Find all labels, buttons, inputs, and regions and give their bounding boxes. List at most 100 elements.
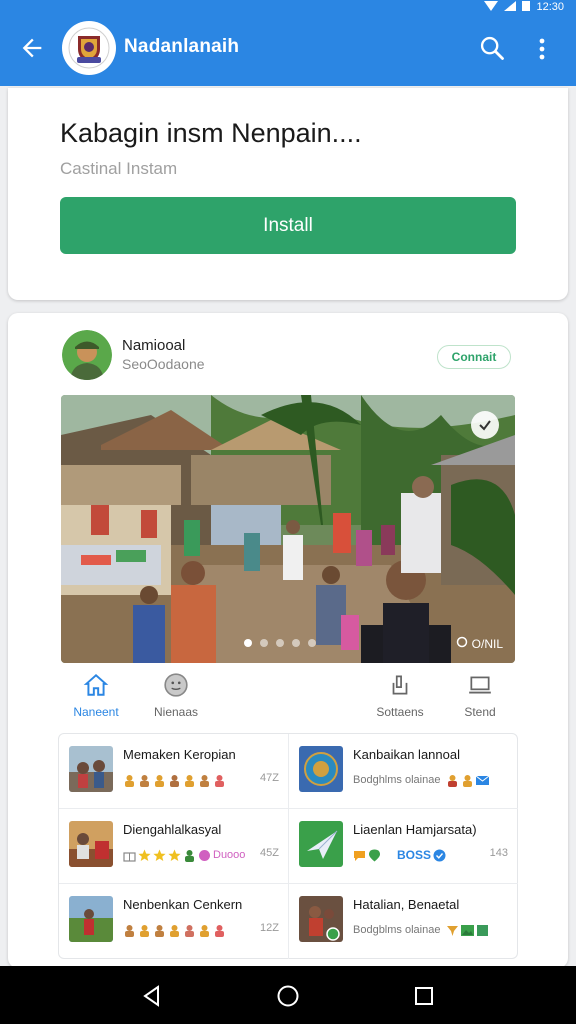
item-count: 12Z [260,922,279,934]
people-icon [168,774,181,787]
item-thumbnail [69,896,113,942]
carousel-dot[interactable] [260,639,268,647]
item-thumbnail [299,746,343,792]
square-icon [476,924,489,937]
item-title: Memaken Keropian [123,747,236,762]
people-icon [138,924,151,937]
nav-item-label: Nienaas [153,705,199,719]
nav-item-home[interactable]: Naneent [56,671,136,719]
nav-item-share[interactable]: Sottaens [360,671,440,719]
item-meta-text: Bodgblms olainae [353,924,441,936]
nav-home-icon[interactable] [276,984,300,1008]
image-icon [461,924,475,937]
location-icon [368,849,381,862]
select-check-icon[interactable] [471,411,499,439]
author-avatar[interactable] [62,330,112,380]
item-thumbnail [69,821,113,867]
market-scene-image [61,395,515,663]
install-card: Kabagin insm Nenpain.... Castinal Instam… [8,88,568,300]
item-title: Kanbaikan lannoal [353,747,460,762]
star-icon [138,849,151,862]
carousel-dot[interactable] [244,639,252,647]
item-meta: Duooo [123,846,245,864]
list-item[interactable]: Diengahlalkasyal Duooo 45Z [59,809,289,884]
list-item[interactable]: Kanbaikan lannoal Bodghlms olainae [288,734,518,809]
mail-icon [476,774,490,787]
item-thumbnail [299,896,343,942]
award-icon [446,924,459,937]
people-icon [138,774,151,787]
install-button[interactable]: Install [60,197,516,254]
item-meta: BOSS [353,846,446,864]
chat-icon [353,849,366,862]
nav-recents-icon[interactable] [412,984,436,1008]
author-name: Namiooal [122,337,186,354]
list-item[interactable]: Hatalian, Benaetal Bodgblms olainae [288,884,518,959]
list-item[interactable]: Memaken Keropian 47Z [59,734,289,809]
nav-item-label: Naneent [73,705,119,719]
carousel-dot[interactable] [308,639,316,647]
more-vert-icon[interactable] [530,34,554,64]
people-icon [198,924,211,937]
photo-credit-text: O/NIL [471,636,503,651]
people-icon [153,774,166,787]
pink-dot-icon [198,849,211,862]
item-meta [123,921,226,939]
people-icon [168,924,181,937]
nav-item-label: Sottaens [376,705,424,719]
back-arrow-icon[interactable] [18,34,46,62]
people-icon [183,924,196,937]
person-icon [183,849,196,862]
nav-item-label: Stend [464,705,496,719]
nav-item-news[interactable]: Nienaas [136,671,216,719]
status-time: 12:30 [536,1,564,13]
photo-credit: O/NIL [456,636,503,651]
item-title: Hatalian, Benaetal [353,897,460,912]
list-item[interactable]: Liaenlan Hamjarsata) BOSS 143 [288,809,518,884]
nav-back-icon[interactable] [140,984,164,1008]
item-title: Liaenlan Hamjarsata) [353,822,477,837]
people-icon [213,924,226,937]
item-meta-text: Duooo [213,849,246,861]
item-title: Nenbenkan Cenkern [123,897,243,912]
credit-icon [456,636,468,651]
person-icon [461,774,474,787]
search-icon[interactable] [478,34,506,62]
system-nav-bar [0,966,576,1024]
post-nav-row: Naneent Nienaas Sottaens Stend [8,671,568,721]
item-meta-text: Bodghlms olainae [353,774,441,786]
people-icon [123,774,136,787]
item-count: 47Z [260,772,279,784]
nav-item-stand[interactable]: Stend [440,671,520,719]
share-icon [360,671,440,699]
wifi-icon [484,0,499,14]
app-logo [62,21,116,75]
status-bar: 12:30 [0,0,576,14]
item-title: Diengahlalkasyal [123,822,222,837]
carousel-dot[interactable] [292,639,300,647]
author-handle: SeoOodaone [122,356,205,372]
face-icon [136,671,216,699]
item-meta: Bodgblms olainae [353,921,489,939]
people-icon [183,774,196,787]
people-icon [123,924,136,937]
people-icon [213,774,226,787]
item-meta [123,771,226,789]
post-photo[interactable]: O/NIL [61,395,515,663]
carousel-dot[interactable] [276,639,284,647]
item-count: 143 [489,847,508,859]
install-subtitle: Castinal Instam [60,159,178,178]
verified-icon [433,849,446,862]
install-headline: Kabagin insm Nenpain.... [60,118,362,148]
laptop-icon [440,671,520,699]
list-item[interactable]: Nenbenkan Cenkern 12Z [59,884,289,959]
carousel-indicator [244,639,316,647]
item-count: 45Z [260,847,279,859]
post-card: Namiooal SeoOodaone Connait O/NIL Naneen… [8,313,568,968]
app-bar: Nadanlanaih [0,14,576,86]
content-grid: Memaken Keropian 47Z Kanbaikan lannoal B… [58,733,518,959]
item-thumbnail [299,821,343,867]
battery-icon [522,0,531,14]
star-icon [153,849,166,862]
connect-button[interactable]: Connait [437,345,511,369]
